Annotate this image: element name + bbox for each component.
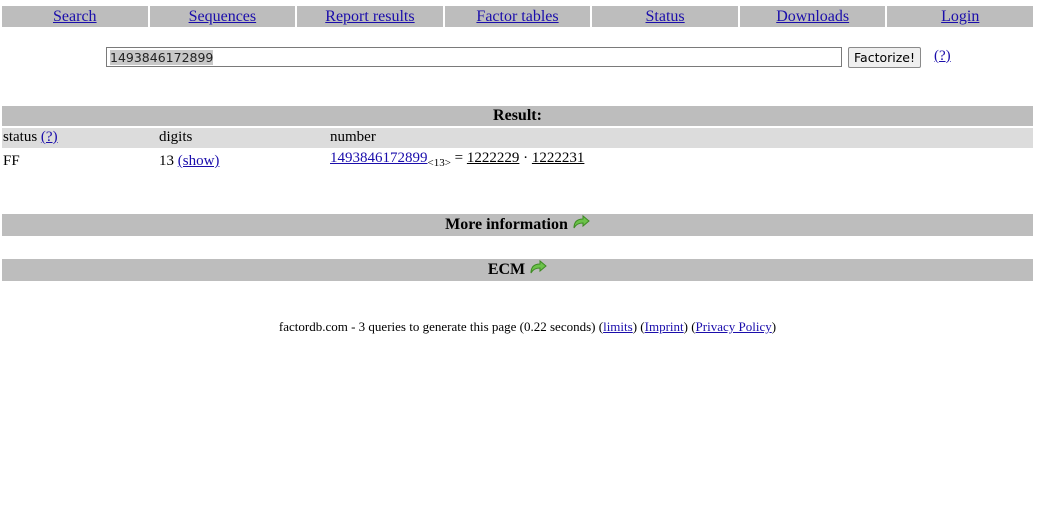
- nav-link-search[interactable]: Search: [53, 8, 97, 26]
- nav-item-status: Status: [592, 6, 738, 27]
- green-curved-arrow-icon[interactable]: [572, 214, 590, 230]
- result-digits-value: 13: [159, 153, 174, 169]
- nav-item-factor-tables: Factor tables: [444, 6, 591, 27]
- more-information-section[interactable]: More information: [2, 214, 1033, 236]
- nav-item-sequences: Sequences: [149, 6, 296, 27]
- ecm-section[interactable]: ECM: [2, 259, 1033, 281]
- column-header-status-label: status: [3, 129, 38, 145]
- column-header-number: number: [330, 129, 376, 145]
- nav-item-login: Login: [887, 6, 1034, 27]
- number-search-input[interactable]: 1493846172899: [106, 47, 842, 67]
- footer-separator-2: ) (: [683, 319, 696, 334]
- equals-sign: =: [454, 150, 464, 166]
- nav-link-factor-tables[interactable]: Factor tables: [476, 8, 558, 26]
- nav-item-downloads: Downloads: [739, 6, 886, 27]
- page-footer: factordb.com - 3 queries to generate thi…: [0, 319, 1055, 335]
- result-number: 1493846172899<13> = 1222229 · 1222231: [330, 150, 584, 169]
- footer-separator-1: ) (: [632, 319, 645, 334]
- nav-item-search: Search: [2, 6, 148, 27]
- factor-link-2[interactable]: 1222231: [532, 150, 585, 166]
- nav-link-sequences[interactable]: Sequences: [189, 8, 257, 26]
- column-header-digits: digits: [159, 129, 193, 145]
- nav-link-report-results[interactable]: Report results: [325, 8, 414, 26]
- search-help-link[interactable]: (?): [934, 48, 951, 65]
- result-heading: Result:: [2, 106, 1033, 126]
- status-help-link[interactable]: (?): [41, 129, 58, 145]
- multiply-dot: ·: [523, 150, 529, 166]
- green-curved-arrow-icon[interactable]: [529, 259, 547, 275]
- show-digits-link[interactable]: (show): [178, 153, 220, 169]
- result-table-header: status (?) digits number: [2, 128, 1033, 148]
- result-heading-label: Result:: [493, 107, 542, 124]
- limits-link[interactable]: limits: [603, 319, 633, 334]
- footer-close-paren: ): [771, 319, 777, 334]
- privacy-policy-link[interactable]: Privacy Policy: [696, 319, 772, 334]
- ecm-label: ECM: [487, 261, 526, 278]
- result-digits: 13 (show): [159, 153, 219, 170]
- nav-link-status[interactable]: Status: [646, 8, 685, 26]
- search-input-value: 1493846172899: [110, 49, 214, 65]
- table-row: FF 13 (show) 1493846172899<13> = 1222229…: [2, 150, 1033, 174]
- more-information-label: More information: [445, 216, 568, 233]
- result-status: FF: [3, 153, 20, 169]
- top-navigation: Search Sequences Report results Factor t…: [2, 6, 1034, 27]
- digit-count-subscript: <13>: [427, 157, 451, 169]
- footer-text: factordb.com - 3 queries to generate thi…: [278, 319, 604, 334]
- number-link[interactable]: 1493846172899: [330, 150, 428, 166]
- nav-link-downloads[interactable]: Downloads: [776, 8, 849, 26]
- factor-link-1[interactable]: 1222229: [467, 150, 520, 166]
- nav-link-login[interactable]: Login: [941, 8, 979, 26]
- imprint-link[interactable]: Imprint: [645, 319, 684, 334]
- column-header-status: status (?): [3, 129, 58, 146]
- factorize-button[interactable]: Factorize!: [848, 47, 921, 68]
- nav-item-report-results: Report results: [297, 6, 443, 27]
